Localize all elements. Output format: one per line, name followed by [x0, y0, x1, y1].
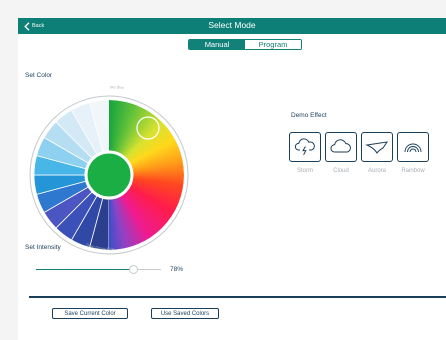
effect-aurora-box	[361, 132, 393, 162]
effect-cloud-label: Cloud	[333, 168, 349, 174]
rainbow-icon	[404, 143, 422, 153]
tab-program[interactable]: Program	[245, 40, 301, 49]
mode-segmented-control: Manual Program	[188, 39, 302, 50]
sky-blue-label: Sky Blue	[110, 85, 125, 90]
app-screen: Back Select Mode Manual Program Set Colo…	[18, 18, 446, 340]
slider-fill	[36, 269, 134, 270]
cloud-icon	[330, 139, 351, 153]
effect-storm[interactable]: Storm	[289, 132, 321, 174]
use-saved-colors-button[interactable]: Use Saved Colors	[151, 308, 219, 319]
storm-cloud-icon	[294, 138, 315, 156]
aurora-icon	[365, 141, 389, 154]
color-wheel[interactable]: Sky Blue Deep Ocean Blue	[18, 18, 198, 268]
effect-cloud-box	[325, 132, 357, 162]
svg-text:Sky Blue: Sky Blue	[110, 85, 125, 90]
intensity-slider[interactable]	[36, 265, 161, 275]
effect-rainbow[interactable]: Rainbow	[397, 132, 429, 174]
effect-aurora-label: Aurora	[367, 168, 386, 174]
divider-line	[29, 296, 446, 298]
effect-rainbow-label: Rainbow	[401, 168, 425, 174]
effect-rainbow-box	[397, 132, 429, 162]
slider-thumb[interactable]	[129, 265, 138, 274]
effect-cloud[interactable]: Cloud	[325, 132, 357, 174]
demo-effect-list: Storm Cloud Aurora Rainbow	[289, 132, 429, 174]
set-intensity-label: Set Intensity	[25, 244, 61, 251]
effect-aurora[interactable]: Aurora	[361, 132, 393, 174]
effect-storm-label: Storm	[296, 168, 313, 174]
save-current-color-button[interactable]: Save Current Color	[52, 308, 128, 319]
selected-color-preview	[84, 150, 134, 200]
effect-storm-box	[289, 132, 321, 162]
intensity-value: 78%	[170, 266, 184, 273]
demo-effect-label: Demo Effect	[291, 112, 327, 119]
